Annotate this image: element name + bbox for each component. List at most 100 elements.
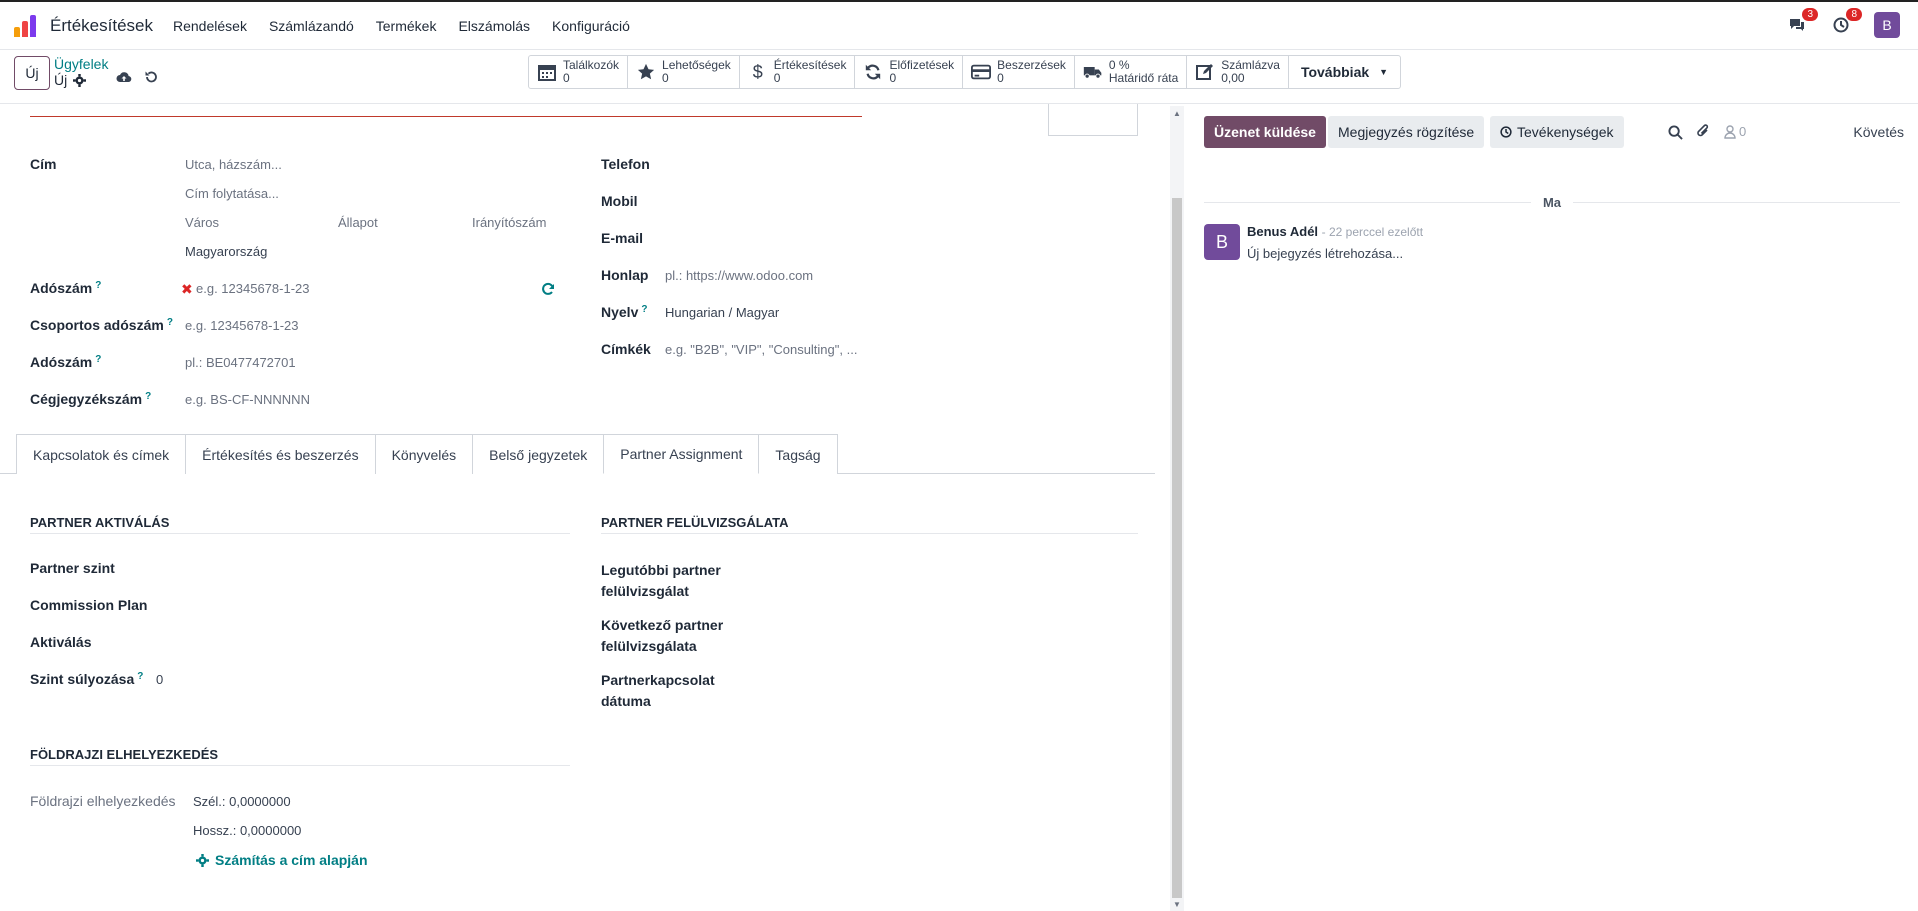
- group-vat-input[interactable]: e.g. 12345678-1-23: [185, 318, 298, 333]
- activities-badge: 8: [1846, 8, 1862, 21]
- compute-from-address-button[interactable]: Számítás a cím alapján: [196, 852, 368, 868]
- scroll-up-icon[interactable]: ▲: [1173, 109, 1181, 118]
- tab-partner-assignment[interactable]: Partner Assignment: [603, 434, 760, 474]
- website-label: Honlap: [601, 267, 649, 283]
- help-icon[interactable]: ?: [95, 280, 101, 291]
- smart-button-label: Beszerzések: [997, 58, 1066, 72]
- activities-button[interactable]: Tevékenységek: [1490, 116, 1624, 148]
- menu-konfiguracio[interactable]: Konfiguráció: [552, 18, 630, 34]
- level-weight-input[interactable]: 0: [156, 672, 163, 687]
- edit-icon: [1195, 62, 1215, 82]
- message-author-avatar[interactable]: B: [1204, 224, 1240, 260]
- log-note-button[interactable]: Megjegyzés rögzítése: [1328, 116, 1485, 148]
- smart-button-on-time-rate[interactable]: 0 % Határidő ráta: [1075, 56, 1188, 88]
- user-icon: [1724, 124, 1736, 139]
- tab-accounting[interactable]: Könyvelés: [374, 434, 474, 474]
- help-icon[interactable]: ?: [145, 391, 151, 402]
- smart-button-meetings[interactable]: Találkozók 0: [529, 56, 629, 88]
- street-input[interactable]: Utca, házszám...: [185, 157, 282, 172]
- company-registry-input[interactable]: e.g. BS-CF-NNNNNN: [185, 392, 310, 407]
- refresh-vat-icon[interactable]: [541, 282, 555, 296]
- smart-button-value: 0: [662, 71, 669, 85]
- tags-input[interactable]: e.g. "B2B", "VIP", "Consulting", ...: [665, 342, 857, 357]
- breadcrumb-link[interactable]: Ügyfelek: [54, 56, 108, 72]
- smart-button-value: 0: [773, 71, 781, 85]
- country-input[interactable]: Magyarország: [185, 244, 267, 259]
- menu-termekek[interactable]: Termékek: [376, 18, 437, 34]
- smart-button-opportunities[interactable]: Lehetőségek 0: [628, 56, 740, 88]
- gear-icon: [196, 853, 209, 867]
- help-icon[interactable]: ?: [95, 354, 101, 365]
- tab-internal-notes[interactable]: Belső jegyzetek: [472, 434, 605, 474]
- compute-from-address-label: Számítás a cím alapján: [215, 852, 368, 868]
- language-select[interactable]: Hungarian / Magyar: [665, 305, 779, 320]
- tab-contacts[interactable]: Kapcsolatok és címek: [16, 434, 187, 474]
- messages-button[interactable]: 3: [1786, 8, 1818, 36]
- vat-label: Adószám?: [30, 280, 101, 296]
- tab-sales-purchase[interactable]: Értékesítés és beszerzés: [185, 434, 376, 474]
- smart-button-value: 0: [997, 71, 1004, 85]
- scrollbar-thumb[interactable]: [1172, 198, 1182, 898]
- menu-rendelesek[interactable]: Rendelések: [173, 18, 247, 34]
- smart-button-invoiced[interactable]: Számlázva 0,00: [1187, 56, 1289, 88]
- send-message-button[interactable]: Üzenet küldése: [1204, 116, 1326, 148]
- form-scrollbar[interactable]: ▲ ▼: [1170, 106, 1184, 911]
- dollar-icon: $: [752, 61, 763, 82]
- clock-icon: [1833, 17, 1849, 33]
- smart-button-sales[interactable]: $ Értékesítések 0: [740, 56, 856, 88]
- help-icon[interactable]: ?: [641, 304, 647, 315]
- smart-button-value: 0,00: [1221, 71, 1245, 85]
- scroll-down-icon[interactable]: ▼: [1173, 900, 1181, 909]
- menu-elszamolas[interactable]: Elszámolás: [458, 18, 530, 34]
- street2-input[interactable]: Cím folytatása...: [185, 186, 279, 201]
- smart-button-label: Értékesítések: [773, 58, 847, 72]
- next-review-label-line2: felülvizsgálata: [601, 638, 697, 654]
- language-label-text: Nyelv: [601, 304, 639, 320]
- app-logo-icon[interactable]: [14, 14, 40, 37]
- smart-button-subscriptions[interactable]: Előfizetések 0: [855, 56, 964, 88]
- partner-review-heading: PARTNER FELÜLVIZSGÁLATA: [601, 515, 1138, 534]
- zip-input[interactable]: Irányítószám: [472, 215, 546, 230]
- search-icon[interactable]: [1668, 125, 1683, 140]
- vat2-input[interactable]: pl.: BE0477472701: [185, 355, 296, 370]
- refresh-icon: [863, 62, 883, 82]
- geolocation-heading: FÖLDRAJZI ELHELYEZKEDÉS: [30, 747, 570, 766]
- credit-card-icon: [971, 62, 992, 82]
- message-author[interactable]: Benus Adél: [1247, 224, 1318, 239]
- new-button[interactable]: Új: [14, 56, 50, 90]
- level-weight-label-text: Szint súlyozása: [30, 671, 135, 687]
- help-icon[interactable]: ?: [167, 317, 173, 328]
- vat-input[interactable]: e.g. 12345678-1-23: [196, 281, 309, 296]
- vat2-label-text: Adószám: [30, 354, 93, 370]
- smart-button-purchases[interactable]: Beszerzések 0: [963, 56, 1075, 88]
- partnership-date-label: Partnerkapcsolat dátuma: [601, 670, 715, 712]
- help-icon[interactable]: ?: [137, 671, 143, 682]
- cloud-upload-icon[interactable]: [116, 70, 132, 84]
- followers-button[interactable]: 0: [1724, 124, 1746, 139]
- message-time: - 22 perccel ezelőtt: [1321, 225, 1424, 239]
- smart-button-label: Lehetőségek: [662, 58, 731, 72]
- city-input[interactable]: Város: [185, 215, 219, 230]
- state-input[interactable]: Állapot: [338, 215, 378, 230]
- user-avatar[interactable]: B: [1874, 12, 1900, 38]
- activities-button[interactable]: 8: [1830, 8, 1862, 36]
- menu-szamlazando[interactable]: Számlázandó: [269, 18, 354, 34]
- form-tabs: Kapcsolatok és címek Értékesítés és besz…: [16, 434, 838, 474]
- tab-membership[interactable]: Tagság: [758, 434, 838, 474]
- vat2-label: Adószám?: [30, 354, 101, 370]
- level-weight-label: Szint súlyozása?: [30, 671, 143, 687]
- gear-icon[interactable]: [73, 73, 87, 87]
- more-label: Továbbiak: [1300, 63, 1370, 80]
- undo-icon[interactable]: [144, 70, 158, 84]
- avatar-image-field[interactable]: [1048, 104, 1138, 136]
- company-registry-label: Cégjegyzékszám?: [30, 391, 151, 407]
- app-name[interactable]: Értékesítések: [50, 16, 153, 36]
- address-label: Cím: [30, 156, 57, 172]
- follow-button[interactable]: Követés: [1853, 124, 1904, 140]
- messages-badge: 3: [1802, 8, 1818, 21]
- more-button[interactable]: Továbbiak ▼: [1289, 56, 1400, 88]
- paperclip-icon[interactable]: [1696, 123, 1710, 140]
- smart-buttons: Találkozók 0 Lehetőségek 0 $ Értékesítések…: [528, 55, 1402, 89]
- name-field-underline[interactable]: [30, 116, 862, 117]
- website-input[interactable]: pl.: https://www.odoo.com: [665, 268, 813, 283]
